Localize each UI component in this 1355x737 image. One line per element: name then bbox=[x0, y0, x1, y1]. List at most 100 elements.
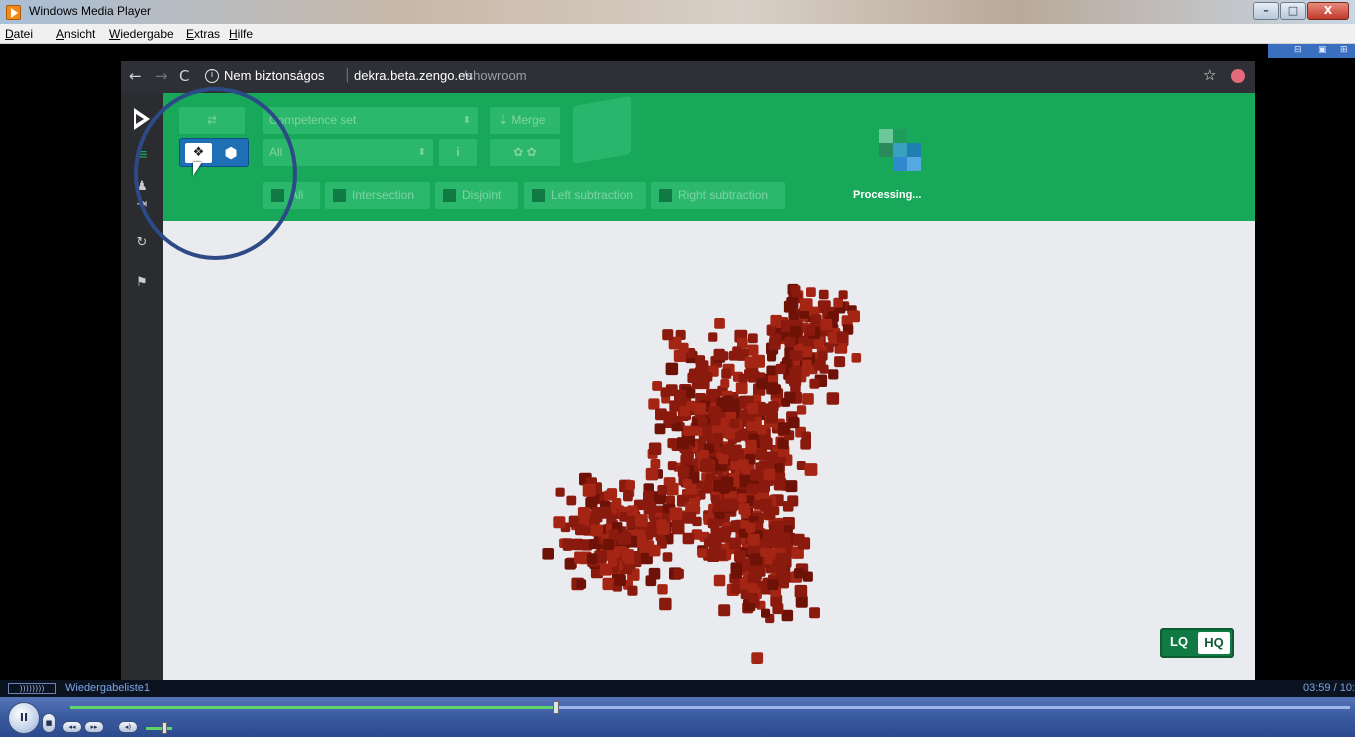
cube-point bbox=[799, 298, 813, 312]
playlist-icon[interactable]: )))))))) bbox=[8, 683, 56, 694]
op-right-subtraction-button[interactable]: Right subtraction bbox=[651, 182, 785, 209]
cube-point bbox=[576, 579, 587, 589]
menu-extras[interactable]: Extras bbox=[186, 27, 220, 41]
3d-canvas[interactable]: LQ HQ bbox=[163, 221, 1255, 680]
cube-point bbox=[732, 346, 742, 356]
view-switch-buttons[interactable]: ⊟ ▣ ⊞ bbox=[1268, 44, 1355, 58]
bookmark-star-icon[interactable]: ☆ bbox=[1203, 66, 1216, 84]
merge-button[interactable]: ⇣ Merge bbox=[490, 107, 560, 134]
cube-point bbox=[719, 351, 729, 361]
cube-point bbox=[679, 406, 690, 417]
minimize-button[interactable]: – bbox=[1253, 2, 1279, 20]
fullscreen-icon[interactable]: ▣ bbox=[1318, 45, 1327, 55]
cube-point bbox=[683, 425, 694, 436]
processing-icon bbox=[879, 129, 921, 171]
menu-wiedergabe[interactable]: Wiedergabe bbox=[109, 27, 174, 41]
cube-point bbox=[751, 652, 764, 664]
cube-point bbox=[652, 381, 663, 391]
menu-hilfe[interactable]: Hilfe bbox=[229, 27, 253, 41]
media-player-icon bbox=[6, 5, 21, 20]
menu-ansicht[interactable]: Ansicht bbox=[56, 27, 95, 41]
cube-point bbox=[562, 538, 573, 549]
info-icon[interactable]: i bbox=[205, 69, 219, 83]
url-box[interactable]: i Nem biztonságos | dekra.beta.zengo.eu … bbox=[205, 65, 1215, 89]
op-intersection-button[interactable]: Intersection bbox=[325, 182, 430, 209]
cube-point bbox=[712, 433, 724, 444]
cube-point bbox=[666, 482, 679, 496]
mute-button[interactable]: ◂) bbox=[118, 721, 138, 733]
switch-layout-icon[interactable]: ⊟ bbox=[1294, 45, 1302, 55]
next-button[interactable]: ▸▸ bbox=[84, 721, 104, 733]
app-toolbar: ⇄ Competence set ⬍ All ⬍ i ⇣ Merge ✿ ✿ ❖ ⬢… bbox=[163, 93, 1255, 221]
cube-point bbox=[820, 318, 833, 331]
lq-option[interactable]: LQ bbox=[1170, 634, 1188, 649]
quality-toggle[interactable]: LQ HQ bbox=[1160, 628, 1234, 658]
cube-point bbox=[669, 400, 681, 412]
cube-point bbox=[676, 437, 689, 450]
seek-handle[interactable] bbox=[553, 701, 560, 714]
cube-point bbox=[648, 398, 660, 410]
stop-button[interactable]: ■ bbox=[42, 713, 56, 733]
flag-icon[interactable]: ⚑ bbox=[121, 275, 163, 290]
cube-point bbox=[770, 314, 782, 327]
cube-point bbox=[770, 520, 784, 534]
url-path: /showroom bbox=[463, 68, 527, 83]
cube-point bbox=[761, 608, 771, 618]
cube-point bbox=[713, 499, 726, 512]
player-controls: II ■ ◂◂ ▸▸ ◂) bbox=[0, 697, 1355, 737]
close-button[interactable]: X bbox=[1307, 2, 1349, 20]
cube-point bbox=[694, 367, 707, 380]
cube-point bbox=[624, 554, 635, 565]
cube-point bbox=[691, 378, 703, 390]
maximize-button[interactable]: □ bbox=[1280, 2, 1306, 20]
cube-point bbox=[618, 532, 632, 545]
cube-point bbox=[775, 363, 786, 375]
pause-button[interactable]: II bbox=[8, 702, 40, 734]
cube-point bbox=[790, 326, 802, 338]
cube-point bbox=[708, 332, 718, 342]
competence-set-select[interactable]: Competence set ⬍ bbox=[263, 107, 478, 134]
cube-point bbox=[784, 391, 796, 403]
palette-off-icon: ✿ ✿ bbox=[513, 145, 537, 159]
cube-point bbox=[810, 314, 822, 326]
cube-point bbox=[836, 331, 849, 343]
video-area[interactable]: ← → C i Nem biztonságos | dekra.beta.zen… bbox=[0, 58, 1355, 680]
back-icon[interactable]: ← bbox=[129, 67, 142, 85]
compact-icon[interactable]: ⊞ bbox=[1340, 45, 1348, 55]
cube-point bbox=[718, 604, 731, 617]
sync-icon[interactable]: ↻ bbox=[121, 235, 163, 250]
op-disjoint-button[interactable]: Disjoint bbox=[435, 182, 518, 209]
info-button[interactable]: i bbox=[439, 139, 477, 166]
cube-point bbox=[614, 574, 626, 587]
forward-icon[interactable]: → bbox=[155, 67, 168, 85]
cube-point bbox=[566, 495, 577, 506]
cube-point bbox=[786, 296, 799, 309]
seek-bar[interactable] bbox=[70, 701, 1350, 714]
cube-point bbox=[707, 518, 718, 529]
menu-datei[interactable]: Datei bbox=[5, 27, 33, 41]
cube-point bbox=[806, 287, 816, 297]
cube-point bbox=[645, 575, 657, 587]
cube-point bbox=[639, 542, 650, 553]
cube-point bbox=[667, 461, 677, 471]
cube-point bbox=[763, 468, 776, 481]
cube-point bbox=[669, 507, 683, 521]
cube-point bbox=[588, 539, 599, 550]
cube-point bbox=[665, 495, 675, 505]
volume-handle[interactable] bbox=[162, 722, 167, 734]
color-palette-buttons[interactable]: ✿ ✿ bbox=[490, 139, 560, 166]
cube-point bbox=[802, 359, 812, 370]
volume-slider[interactable] bbox=[146, 722, 172, 734]
cube-point bbox=[768, 401, 779, 412]
op-left-subtraction-button[interactable]: Left subtraction bbox=[524, 182, 646, 209]
previous-button[interactable]: ◂◂ bbox=[62, 721, 82, 733]
extension-icon[interactable] bbox=[1231, 69, 1245, 83]
cube-point bbox=[730, 583, 741, 594]
cube-point bbox=[802, 571, 813, 582]
cube-point bbox=[777, 422, 791, 435]
time-display: 03:59 / 10: bbox=[1303, 682, 1355, 694]
cube-point bbox=[817, 350, 828, 361]
hq-option[interactable]: HQ bbox=[1198, 632, 1230, 654]
cube-point bbox=[692, 426, 703, 436]
reload-icon[interactable]: C bbox=[179, 67, 189, 85]
